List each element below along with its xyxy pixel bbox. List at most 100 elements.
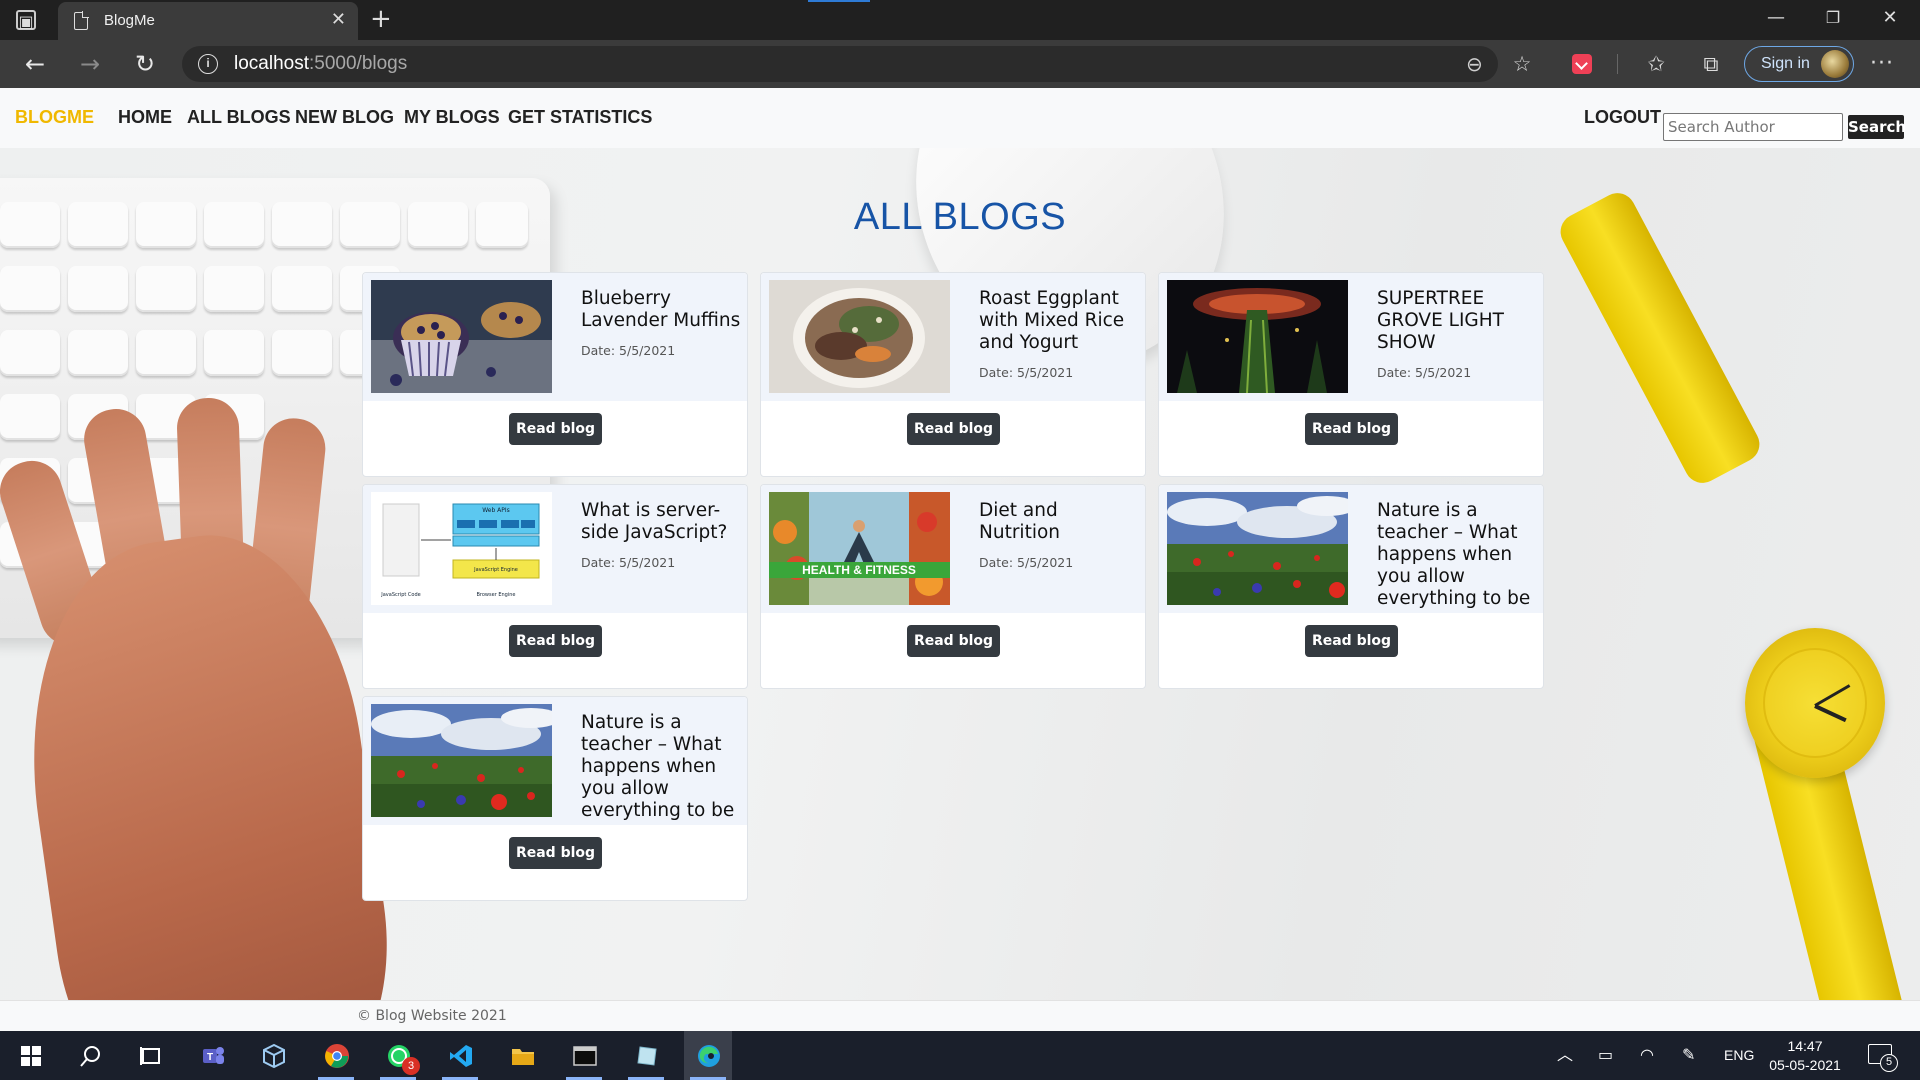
virtualbox-icon — [263, 1043, 285, 1069]
taskbar-terminal[interactable] — [560, 1031, 608, 1080]
search-button[interactable]: Search — [1848, 115, 1906, 139]
refresh-icon[interactable]: ↻ — [130, 50, 160, 78]
tab-title: BlogMe — [104, 12, 155, 29]
taskbar-search[interactable] — [66, 1031, 114, 1080]
minimize-icon[interactable]: — — [1761, 6, 1791, 30]
nav-new-blog[interactable]: NEW BLOG — [295, 107, 394, 128]
add-favorite-icon[interactable]: ☆ — [1507, 50, 1537, 78]
svg-text:T: T — [207, 1052, 213, 1063]
blog-thumbnail-muffins — [371, 280, 552, 393]
taskbar-whatsapp[interactable]: 3 — [374, 1031, 422, 1080]
task-view-icon — [140, 1047, 160, 1065]
windows-taskbar: T 3 ︿ ▭ ◠ ✎ ENG 14:47 05-05-2021 5 — [0, 1031, 1920, 1080]
read-blog-button[interactable]: Read blog — [509, 413, 602, 445]
nav-all-blogs[interactable]: ALL BLOGS — [187, 107, 291, 128]
read-blog-button[interactable]: Read blog — [907, 413, 1000, 445]
blog-thumbnail-javascript: Web APIs JavaScript Engine JavaScript Co… — [371, 492, 552, 605]
search-icon — [80, 1046, 100, 1067]
read-blog-button[interactable]: Read blog — [509, 625, 602, 657]
system-clock[interactable]: 14:47 05-05-2021 — [1765, 1037, 1845, 1075]
windows-start-icon — [21, 1046, 41, 1066]
thumb-label-browser: Browser Engine — [477, 592, 516, 598]
url-path: :5000/blogs — [309, 53, 408, 74]
close-tab-icon[interactable]: ✕ — [331, 10, 346, 30]
url-text[interactable]: localhost:5000/blogs — [234, 53, 407, 75]
nav-home[interactable]: HOME — [118, 107, 172, 128]
address-bar[interactable]: i localhost:5000/blogs ⊖ — [182, 46, 1498, 82]
read-blog-button[interactable]: Read blog — [1305, 625, 1398, 657]
blog-card: SUPERTREE GROVE LIGHT SHOW Date: 5/5/202… — [1158, 272, 1544, 477]
blog-thumbnail-health: HEALTH & FITNESS — [769, 492, 950, 605]
page-heading: ALL BLOGS — [853, 196, 1067, 238]
search-author-input[interactable] — [1663, 113, 1843, 141]
nav-my-blogs[interactable]: MY BLOGS — [404, 107, 500, 128]
edge-icon — [698, 1045, 720, 1067]
brand-link[interactable]: BLOGME — [15, 107, 94, 128]
thumb-label-health: HEALTH & FITNESS — [802, 563, 916, 577]
hand-image — [0, 328, 410, 1031]
blog-title[interactable]: Diet and Nutrition — [979, 500, 1141, 544]
battery-icon[interactable]: ▭ — [1598, 1045, 1613, 1065]
taskbar-chrome[interactable] — [312, 1031, 360, 1080]
web-page: BLOGME HOME ALL BLOGS NEW BLOG MY BLOGS … — [0, 88, 1920, 1031]
clock-time: 14:47 — [1787, 1038, 1823, 1054]
blog-title[interactable]: Roast Eggplant with Mixed Rice and Yogur… — [979, 288, 1141, 354]
blog-date: Date: 5/5/2021 — [979, 365, 1074, 380]
teams-icon: T — [203, 1047, 224, 1064]
favorites-icon[interactable]: ✩ — [1641, 50, 1671, 78]
restore-icon[interactable]: ❐ — [1818, 6, 1848, 30]
taskbar-notes[interactable] — [622, 1031, 670, 1080]
language-indicator[interactable]: ENG — [1724, 1045, 1754, 1065]
footer-copyright: © Blog Website 2021 — [357, 1008, 507, 1024]
blog-date: Date: 5/5/2021 — [979, 555, 1074, 570]
taskbar-file-explorer[interactable] — [498, 1031, 546, 1080]
back-icon[interactable]: ← — [20, 50, 50, 78]
thumb-label-code: JavaScript Code — [380, 592, 420, 598]
sign-in-button[interactable]: Sign in — [1744, 46, 1854, 82]
pocket-icon[interactable] — [1572, 54, 1592, 74]
read-blog-button[interactable]: Read blog — [1305, 413, 1398, 445]
blog-title[interactable]: Blueberry Lavender Muffins — [581, 288, 743, 332]
whatsapp-badge: 3 — [402, 1057, 420, 1075]
pen-icon[interactable]: ✎ — [1682, 1045, 1695, 1065]
terminal-icon — [573, 1046, 597, 1066]
taskbar-virtualbox[interactable] — [249, 1031, 297, 1080]
watch-image — [1745, 628, 1885, 778]
tab-actions-icon[interactable]: ▣ — [16, 10, 36, 31]
more-options-icon[interactable]: ··· — [1870, 50, 1894, 78]
collections-icon[interactable]: ⧉ — [1696, 50, 1726, 78]
forward-icon[interactable]: → — [75, 50, 105, 78]
folder-icon — [512, 1049, 534, 1065]
task-view-button[interactable] — [126, 1031, 174, 1080]
profile-avatar — [1821, 50, 1849, 78]
blog-title[interactable]: SUPERTREE GROVE LIGHT SHOW — [1377, 288, 1539, 354]
site-navbar: BLOGME HOME ALL BLOGS NEW BLOG MY BLOGS … — [0, 88, 1920, 148]
thumb-label-engine: JavaScript Engine — [473, 567, 518, 573]
logout-link[interactable]: LOGOUT — [1584, 107, 1661, 128]
blog-card: Blueberry Lavender Muffins Date: 5/5/202… — [362, 272, 748, 477]
taskbar-edge[interactable] — [684, 1031, 732, 1080]
blog-title[interactable]: Nature is a teacher – What happens when … — [581, 712, 743, 822]
taskbar-vscode[interactable] — [436, 1031, 484, 1080]
wifi-icon[interactable]: ◠ — [1640, 1045, 1654, 1065]
page-icon — [74, 11, 89, 30]
new-tab-icon[interactable]: + — [370, 4, 392, 34]
blog-date: Date: 5/5/2021 — [581, 343, 676, 358]
close-window-icon[interactable]: ✕ — [1875, 6, 1905, 30]
zoom-out-icon[interactable]: ⊖ — [1466, 52, 1483, 76]
browser-tab[interactable]: BlogMe ✕ — [58, 2, 358, 40]
site-info-icon[interactable]: i — [198, 54, 218, 74]
blog-title[interactable]: Nature is a teacher – What happens when … — [1377, 500, 1539, 610]
read-blog-button[interactable]: Read blog — [509, 837, 602, 869]
chrome-icon — [325, 1044, 349, 1068]
nav-get-statistics[interactable]: GET STATISTICS — [508, 107, 652, 128]
tray-overflow-icon[interactable]: ︿ — [1557, 1045, 1573, 1065]
read-blog-button[interactable]: Read blog — [907, 625, 1000, 657]
sign-in-label: Sign in — [1761, 55, 1810, 72]
blog-card: Roast Eggplant with Mixed Rice and Yogur… — [760, 272, 1146, 477]
site-footer: © Blog Website 2021 — [0, 1000, 1920, 1031]
blog-title[interactable]: What is server-side JavaScript? — [581, 500, 743, 544]
taskbar-teams[interactable]: T — [188, 1031, 236, 1080]
start-button[interactable] — [6, 1031, 54, 1080]
blog-thumbnail-poppies — [371, 704, 552, 817]
